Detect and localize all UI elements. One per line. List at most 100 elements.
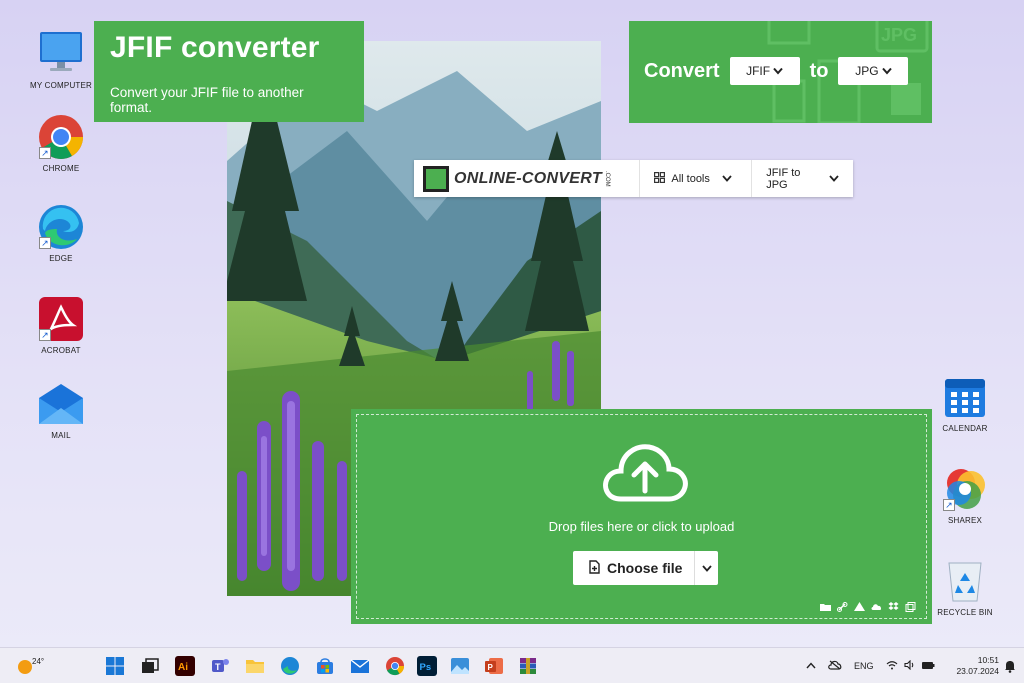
battery-icon[interactable] — [921, 660, 935, 672]
dropbox-icon[interactable] — [888, 599, 899, 610]
desktop-icon-label: MY COMPUTER — [29, 81, 93, 90]
desktop-icon-label: SHAREX — [947, 516, 983, 525]
convert-label: Convert — [644, 59, 720, 82]
chevron-down-icon — [881, 64, 892, 78]
upload-source-dropdown[interactable] — [694, 551, 718, 585]
chevron-down-icon — [829, 173, 839, 185]
upload-sources — [820, 599, 916, 612]
task-view-icon[interactable] — [140, 656, 160, 676]
online-convert-logo[interactable]: ONLINE-CONVERT .COM — [414, 160, 641, 197]
desktop-icon-mail[interactable]: MAIL — [21, 380, 101, 440]
chrome-icon[interactable] — [385, 656, 405, 676]
shortcut-arrow-icon: ↗ — [39, 237, 51, 249]
powerpoint-icon[interactable]: P — [484, 656, 504, 676]
cloud-sync-icon[interactable] — [828, 660, 842, 672]
to-format-value: JPG — [855, 64, 879, 78]
desktop-icon-label: ACROBAT — [41, 346, 81, 355]
chrome-icon: ↗ — [37, 113, 85, 161]
photoshop-icon[interactable]: Ps — [417, 656, 437, 676]
conversion-menu[interactable]: JFIF to JPG — [752, 160, 853, 197]
choose-file-label: Choose file — [607, 560, 683, 576]
page-subtitle: Convert your JFIF file to another format… — [110, 85, 304, 115]
grid-icon — [654, 171, 666, 186]
svg-text:T: T — [215, 662, 221, 672]
converter-title-card: JFIF converter Convert your JFIF file to… — [94, 21, 364, 122]
svg-text:Ps: Ps — [420, 662, 432, 673]
jpg-background-label: JPG — [881, 25, 917, 45]
sharex-icon: ↗ — [941, 465, 989, 513]
recycle-bin-icon — [941, 557, 989, 605]
all-tools-menu[interactable]: All tools — [640, 160, 753, 197]
taskbar: 24° Ai T Ps P ENG 10:51 23.07.2024 — [0, 647, 1024, 683]
chevron-down-icon — [773, 64, 783, 78]
file-explorer-icon[interactable] — [245, 656, 265, 676]
shortcut-arrow-icon: ↗ — [39, 329, 51, 341]
logo-text: ONLINE-CONVERT — [454, 169, 602, 187]
acrobat-icon: ↗ — [37, 295, 85, 343]
to-format-select[interactable]: JPG — [838, 57, 909, 85]
logo-mark-icon — [423, 165, 449, 192]
monitor-icon — [37, 30, 85, 78]
site-navbar: ONLINE-CONVERT .COM All tools JFIF to JP… — [414, 160, 853, 197]
page-title: JFIF converter — [110, 31, 320, 64]
choose-file-group: Choose file — [573, 551, 719, 585]
calendar-icon — [941, 373, 989, 421]
conversion-label: JFIF to JPG — [766, 166, 801, 191]
copy-icon[interactable] — [905, 599, 916, 612]
file-add-icon — [589, 559, 601, 577]
edge-icon[interactable] — [280, 656, 300, 676]
choose-file-button[interactable]: Choose file — [573, 551, 694, 585]
to-label: to — [809, 59, 829, 82]
wifi-icon[interactable] — [886, 660, 898, 672]
store-icon[interactable] — [315, 656, 335, 676]
notification-bell-icon[interactable] — [1004, 648, 1016, 683]
mail-icon[interactable] — [350, 656, 370, 676]
cloud-upload-icon — [599, 441, 691, 510]
desktop-icon-acrobat[interactable]: ↗ ACROBAT — [21, 295, 101, 355]
photos-icon[interactable] — [450, 656, 470, 676]
winrar-icon[interactable] — [518, 656, 538, 676]
windows-start-icon[interactable] — [105, 656, 125, 676]
google-drive-icon[interactable] — [854, 599, 865, 611]
desktop-icon-label: CALENDAR — [942, 424, 988, 433]
chevron-down-icon — [722, 173, 732, 185]
weather-temp: 24° — [32, 656, 45, 666]
desktop-icon-label: EDGE — [49, 254, 73, 263]
desktop-icon-label: CHROME — [42, 164, 80, 173]
desktop-icon-my-computer[interactable]: MY COMPUTER — [21, 30, 101, 90]
teams-icon[interactable]: T — [210, 656, 230, 676]
upload-dropzone[interactable]: Drop files here or click to upload Choos… — [351, 409, 932, 624]
desktop-icon-label: RECYCLE BIN — [937, 608, 993, 617]
logo-suffix: .COM — [603, 170, 610, 187]
drop-instructions: Drop files here or click to upload — [548, 519, 735, 534]
chevron-up-icon[interactable] — [806, 661, 816, 671]
desktop-icon-edge[interactable]: ↗ EDGE — [21, 203, 101, 263]
svg-text:P: P — [488, 663, 494, 672]
svg-text:Ai: Ai — [178, 662, 188, 673]
illustrator-icon[interactable]: Ai — [175, 656, 195, 676]
mail-icon — [37, 380, 85, 428]
folder-icon[interactable] — [820, 599, 831, 611]
from-format-select[interactable]: JFIF — [729, 57, 800, 85]
from-format-value: JFIF — [746, 64, 771, 78]
desktop-icon-chrome[interactable]: ↗ CHROME — [21, 113, 101, 173]
chevron-down-icon — [702, 564, 712, 572]
edge-icon: ↗ — [37, 203, 85, 251]
shortcut-arrow-icon: ↗ — [943, 499, 955, 511]
language-indicator[interactable]: ENG — [854, 661, 874, 671]
link-icon[interactable] — [837, 599, 848, 612]
desktop-icon-calendar[interactable]: CALENDAR — [925, 373, 1005, 433]
clock-date: 23.07.2024 — [956, 666, 999, 676]
clock-time: 10:51 — [977, 655, 999, 665]
desktop-icon-label: MAIL — [51, 431, 71, 440]
shortcut-arrow-icon: ↗ — [39, 147, 51, 159]
system-tray: ENG — [806, 648, 935, 683]
clock[interactable]: 10:51 23.07.2024 — [951, 648, 999, 683]
volume-icon[interactable] — [903, 659, 915, 672]
weather-widget[interactable]: 24° — [16, 648, 44, 683]
desktop-icon-sharex[interactable]: ↗ SHAREX — [925, 465, 1005, 525]
all-tools-label: All tools — [671, 172, 710, 185]
desktop-icon-recycle-bin[interactable]: RECYCLE BIN — [925, 557, 1005, 617]
onedrive-icon[interactable] — [871, 599, 882, 610]
format-selector-card: JPG Convert JFIF to JPG — [629, 21, 932, 123]
